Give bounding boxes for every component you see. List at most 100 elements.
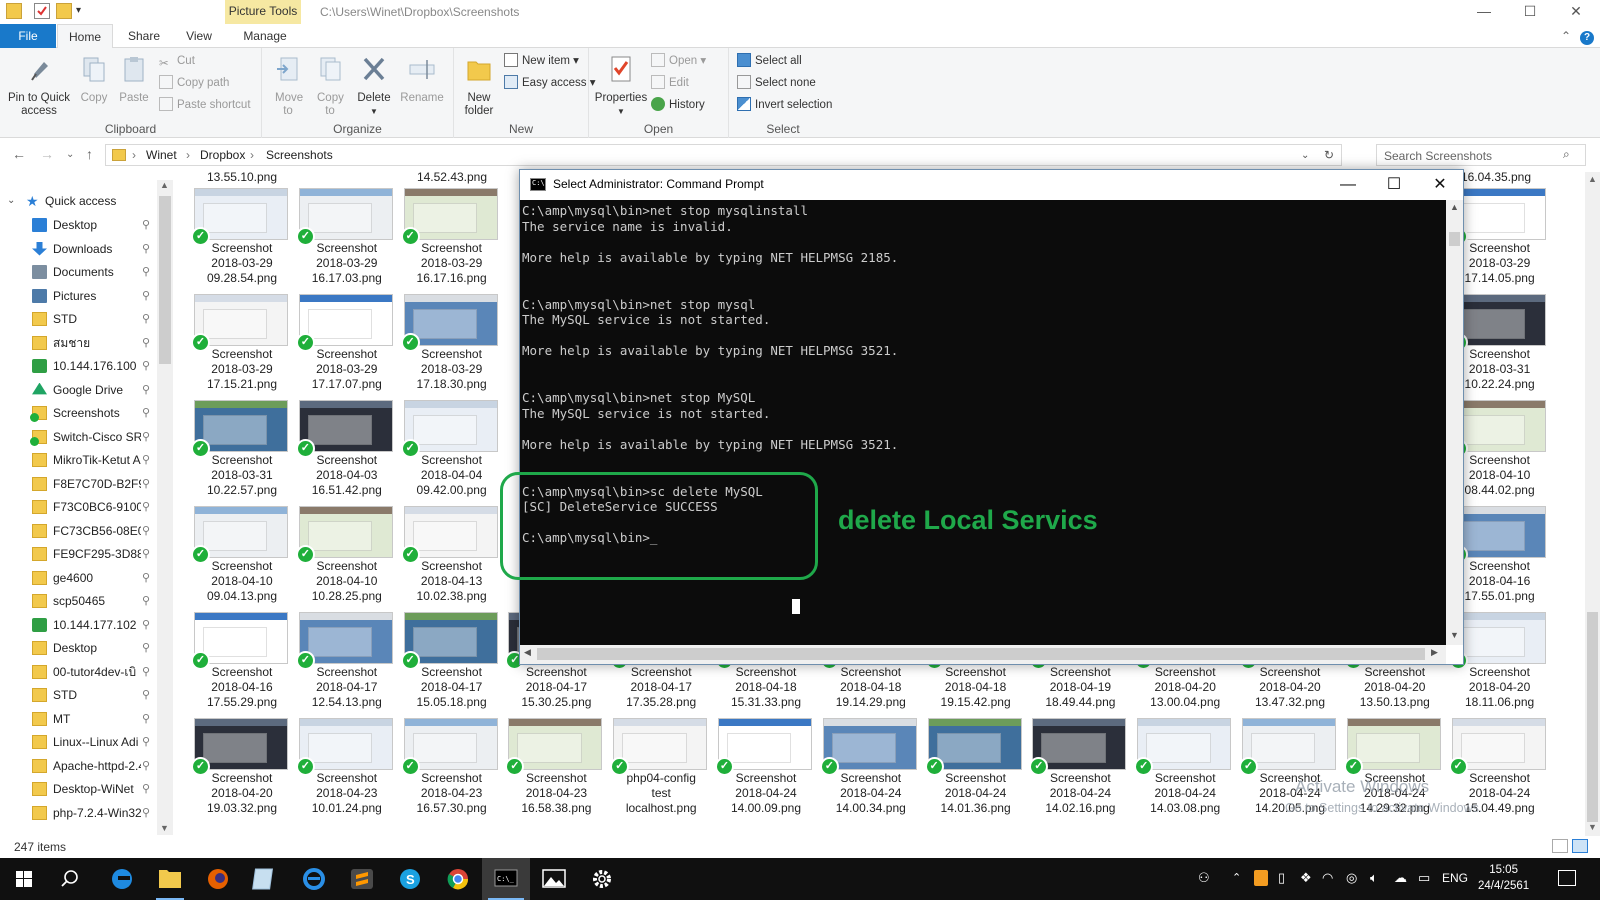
file-name-partial[interactable]: 13.55.10.png	[190, 170, 294, 184]
sidebar-item[interactable]: Screenshots ⚲	[0, 402, 160, 426]
new-folder-quick-icon[interactable]	[56, 3, 72, 19]
file-explorer-icon[interactable]	[146, 858, 194, 900]
sidebar-item[interactable]: Google Drive ⚲	[0, 379, 160, 403]
file-item[interactable]: ✓ Screenshot 2018-03-29 17.18.30.png	[400, 291, 504, 397]
cmd-titlebar[interactable]: C:\ Select Administrator: Command Prompt…	[520, 170, 1463, 200]
file-item[interactable]: ✓ Screenshot 2018-03-31 10.22.57.png	[190, 397, 294, 503]
file-item[interactable]: ✓ Screenshot 2018-04-23 16.57.30.png	[400, 715, 504, 821]
pin-icon[interactable]: ⚲	[142, 708, 150, 730]
recent-locations-icon[interactable]: ⌄	[66, 149, 74, 160]
file-item[interactable]: ✓ Screenshot 2018-04-20 19.03.32.png	[190, 715, 294, 821]
onedrive-icon[interactable]: ☁	[1394, 870, 1407, 886]
file-item[interactable]: ✓ Screenshot 2018-03-29 17.15.21.png	[190, 291, 294, 397]
refresh-icon[interactable]: ↻	[1324, 148, 1334, 162]
nav-scroll-thumb[interactable]	[159, 196, 171, 364]
cmd-horizontal-scroll-thumb[interactable]	[537, 648, 1425, 660]
scroll-up-icon[interactable]: ▲	[1588, 174, 1597, 184]
help-icon[interactable]: ?	[1578, 24, 1596, 48]
rename-button[interactable]: Rename	[396, 54, 448, 105]
file-item[interactable]: ✓ Screenshot 2018-04-24 14.03.08.png	[1133, 715, 1237, 821]
paste-shortcut-button[interactable]: Paste shortcut	[159, 96, 251, 114]
copy-to-button[interactable]: Copy to	[310, 54, 350, 118]
pin-icon[interactable]: ⚲	[142, 520, 150, 542]
sidebar-item[interactable]: Desktop ⚲	[0, 637, 160, 661]
file-item[interactable]: ✓ Screenshot 2018-04-24 14.00.09.png	[714, 715, 818, 821]
file-item[interactable]: ✓ Screenshot 2018-04-24 14.01.36.png	[924, 715, 1028, 821]
pin-icon[interactable]: ⚲	[142, 308, 150, 330]
sidebar-item[interactable]: MikroTik-Ketut A ⚲	[0, 449, 160, 473]
usb-device-icon[interactable]: ▯	[1278, 870, 1285, 886]
file-name-partial[interactable]: 14.52.43.png	[400, 170, 504, 184]
pin-icon[interactable]: ⚲	[142, 731, 150, 753]
properties-button[interactable]: Properties ▼	[593, 54, 649, 118]
wifi-icon[interactable]: ◠	[1322, 870, 1333, 886]
show-hidden-icons-icon[interactable]: ⌃	[1232, 871, 1241, 884]
file-item[interactable]: ✓ Screenshot 2018-03-29 16.17.16.png	[400, 185, 504, 291]
pin-icon[interactable]: ⚲	[142, 473, 150, 495]
breadcrumb-screenshots[interactable]: Screenshots	[266, 148, 333, 162]
file-item[interactable]: ✓ Screenshot 2018-04-03 16.51.42.png	[295, 397, 399, 503]
pin-icon[interactable]: ⚲	[142, 355, 150, 377]
file-item[interactable]: ✓ Screenshot 2018-04-10 10.28.25.png	[295, 503, 399, 609]
pin-icon[interactable]: ⚲	[142, 261, 150, 283]
history-button[interactable]: History	[651, 96, 705, 114]
tab-manage[interactable]: Manage	[230, 24, 300, 48]
pin-icon[interactable]: ⚲	[142, 590, 150, 612]
sidebar-item[interactable]: F73C0BC6-9100- ⚲	[0, 496, 160, 520]
tray-app-icon[interactable]	[1254, 870, 1268, 886]
sidebar-item[interactable]: สมชาย ⚲	[0, 332, 160, 356]
invert-selection-button[interactable]: Invert selection	[737, 96, 832, 114]
sidebar-item[interactable]: scp50465 ⚲	[0, 590, 160, 614]
pin-icon[interactable]: ⚲	[142, 332, 150, 354]
paste-button[interactable]: Paste	[114, 54, 154, 105]
pin-icon[interactable]: ⚲	[142, 285, 150, 307]
large-icons-view-icon[interactable]	[1572, 839, 1588, 853]
new-folder-button[interactable]: New folder	[457, 54, 501, 118]
photos-icon[interactable]	[530, 858, 578, 900]
file-item[interactable]: ✓ Screenshot 2018-04-23 10.01.24.png	[295, 715, 399, 821]
close-button[interactable]: ✕	[1566, 3, 1586, 21]
clock[interactable]: 15:05 24/4/2561	[1478, 862, 1529, 894]
action-center-icon[interactable]	[1558, 870, 1576, 886]
easy-access-button[interactable]: Easy access ▾	[504, 74, 596, 92]
sidebar-item[interactable]: php-7.2.4-Win32-V⚲	[0, 802, 160, 826]
dropbox-icon[interactable]: ❖	[1300, 870, 1312, 886]
pin-icon[interactable]: ⚲	[142, 778, 150, 800]
file-scroll-thumb[interactable]	[1587, 612, 1598, 822]
sidebar-item[interactable]: STD ⚲	[0, 308, 160, 332]
sidebar-item[interactable]: Linux--Linux Adi ⚲	[0, 731, 160, 755]
pin-quick-access-button[interactable]: Pin to Quick access	[4, 54, 74, 118]
file-item[interactable]: ✓ Screenshot 2018-04-16 17.55.29.png	[190, 609, 294, 715]
language-indicator[interactable]: ENG	[1442, 871, 1468, 885]
tab-file[interactable]: File	[0, 24, 56, 48]
pin-icon[interactable]: ⚲	[142, 543, 150, 565]
search-input[interactable]: Search Screenshots ⌕	[1376, 144, 1586, 166]
sidebar-item[interactable]: STD ⚲	[0, 684, 160, 708]
sidebar-item[interactable]: F8E7C70D-B2F9- ⚲	[0, 473, 160, 497]
sidebar-item[interactable]: Downloads ⚲	[0, 238, 160, 262]
file-item[interactable]: ✓ Screenshot 2018-03-29 17.17.07.png	[295, 291, 399, 397]
skype-icon[interactable]: S	[386, 858, 434, 900]
cmd-maximize-button[interactable]: ☐	[1371, 170, 1417, 200]
scroll-down-icon[interactable]: ▼	[1588, 822, 1597, 832]
tab-home[interactable]: Home	[57, 24, 113, 49]
edit-button[interactable]: Edit	[651, 74, 689, 92]
cmd-vertical-scrollbar[interactable]: ▲ ▼	[1446, 200, 1463, 645]
nav-scrollbar[interactable]: ▲ ▼	[157, 180, 173, 835]
copy-path-button[interactable]: Copy path	[159, 74, 229, 92]
copy-button[interactable]: Copy	[76, 54, 112, 105]
pin-icon[interactable]: ⚲	[142, 755, 150, 777]
customize-quick-access-icon[interactable]: ▾	[76, 3, 92, 19]
scroll-left-icon[interactable]: ◀	[524, 647, 531, 658]
file-item[interactable]: ✓ Screenshot 2018-03-29 09.28.54.png	[190, 185, 294, 291]
pin-icon[interactable]: ⚲	[142, 567, 150, 589]
edge-icon[interactable]	[98, 858, 146, 900]
pin-icon[interactable]: ⚲	[142, 614, 150, 636]
command-prompt-taskbar-icon[interactable]: C:\_	[482, 858, 530, 900]
scroll-up-icon[interactable]: ▲	[160, 180, 169, 190]
scroll-up-icon[interactable]: ▲	[1450, 202, 1459, 212]
up-arrow-icon[interactable]: ↑	[86, 146, 93, 162]
forward-arrow-icon[interactable]: →	[40, 146, 54, 162]
pin-icon[interactable]: ⚲	[142, 661, 150, 683]
sidebar-item[interactable]: Apache-httpd-2.4.3⚲	[0, 755, 160, 779]
